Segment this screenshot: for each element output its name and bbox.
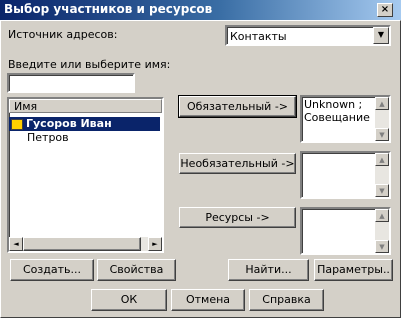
scroll-left-button[interactable]: ◄: [9, 237, 23, 251]
help-button[interactable]: Справка: [249, 289, 324, 311]
properties-button[interactable]: Свойства: [97, 259, 176, 281]
scroll-thumb[interactable]: [23, 237, 141, 251]
required-value: Unknown ; Совещание: [304, 98, 370, 124]
ok-button[interactable]: ОК: [91, 289, 167, 311]
resources-button[interactable]: Ресурсы ->: [179, 207, 296, 228]
chevron-down-icon: ▼: [377, 30, 385, 39]
parameters-button[interactable]: Параметры..: [314, 259, 393, 281]
arrow-right-icon: ►: [152, 240, 158, 248]
list-item[interactable]: Петров: [25, 131, 69, 145]
arrow-left-icon: ◄: [13, 240, 19, 248]
title-bar: Выбор участников и ресурсов ×: [0, 0, 401, 20]
names-list[interactable]: Имя Гусоров Иван Петров ◄ ►: [7, 97, 164, 253]
scrollbar-track: [375, 222, 389, 240]
list-header-name[interactable]: Имя: [9, 99, 162, 113]
list-item-label: Петров: [27, 131, 69, 144]
resources-field[interactable]: ▲ ▼: [300, 207, 391, 255]
required-button[interactable]: Обязательный ->: [178, 95, 297, 118]
create-button[interactable]: Создать...: [10, 259, 94, 281]
source-label: Источник адресов:: [8, 28, 118, 41]
source-combobox[interactable]: Контакты ▼: [225, 25, 391, 46]
name-search-input[interactable]: [7, 73, 135, 93]
list-item[interactable]: Гусоров Иван: [9, 117, 160, 131]
scroll-down-button[interactable]: ▼: [375, 184, 389, 197]
arrow-down-icon: ▼: [379, 243, 385, 251]
search-label: Введите или выберите имя:: [8, 58, 171, 71]
horizontal-scrollbar[interactable]: ◄ ►: [9, 237, 162, 251]
scroll-up-button[interactable]: ▲: [375, 209, 389, 222]
cancel-button[interactable]: Отмена: [171, 289, 245, 311]
arrow-up-icon: ▲: [379, 100, 385, 108]
arrow-down-icon: ▼: [379, 131, 385, 139]
required-field[interactable]: Unknown ; Совещание ▲ ▼: [300, 95, 391, 143]
source-dropdown-button[interactable]: ▼: [373, 27, 389, 44]
arrow-down-icon: ▼: [379, 187, 385, 195]
optional-button[interactable]: Необязательный ->: [179, 153, 296, 174]
list-item-label: Гусоров Иван: [26, 117, 112, 130]
scroll-up-button[interactable]: ▲: [375, 153, 389, 166]
scrollbar-track: [375, 110, 389, 128]
scroll-right-button[interactable]: ►: [148, 237, 162, 251]
contact-card-icon: [11, 118, 23, 130]
scroll-down-button[interactable]: ▼: [375, 128, 389, 141]
optional-field[interactable]: ▲ ▼: [300, 151, 391, 199]
source-value: Контакты: [230, 30, 287, 43]
close-button[interactable]: ×: [377, 3, 393, 17]
window-title: Выбор участников и ресурсов: [4, 2, 213, 16]
scroll-up-button[interactable]: ▲: [375, 97, 389, 110]
scrollbar-track: [375, 166, 389, 184]
arrow-up-icon: ▲: [379, 156, 385, 164]
arrow-up-icon: ▲: [379, 212, 385, 220]
scroll-down-button[interactable]: ▼: [375, 240, 389, 253]
find-button[interactable]: Найти...: [228, 259, 309, 281]
